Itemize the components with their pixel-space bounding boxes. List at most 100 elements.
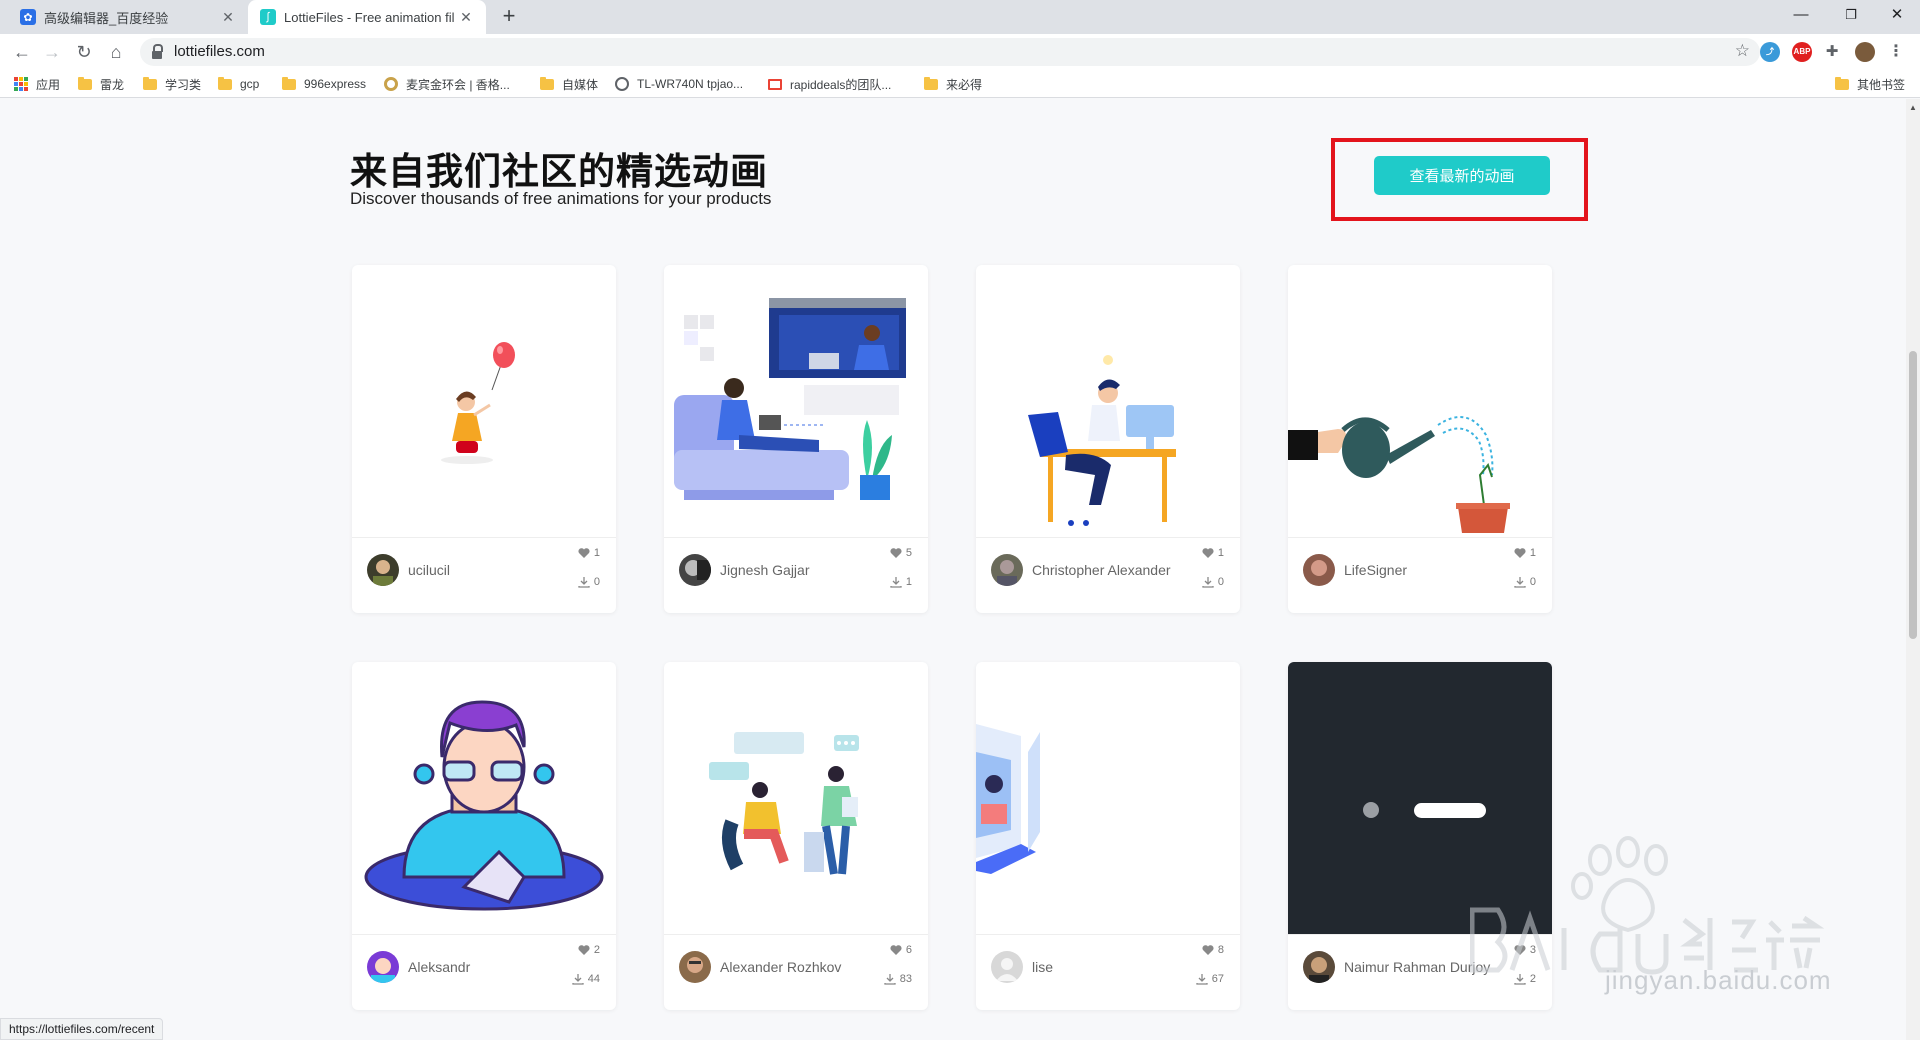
avatar[interactable] bbox=[991, 554, 1023, 586]
animation-preview[interactable] bbox=[664, 662, 928, 935]
like-count[interactable]: 6 bbox=[890, 944, 912, 956]
minimize-button[interactable]: — bbox=[1778, 0, 1824, 30]
bookmark-label: 自媒体 bbox=[562, 77, 599, 92]
new-tab-button[interactable]: + bbox=[496, 4, 522, 30]
like-count-value: 5 bbox=[905, 547, 912, 559]
animation-preview[interactable] bbox=[664, 265, 928, 538]
download-icon bbox=[884, 974, 896, 985]
heart-icon bbox=[578, 548, 590, 558]
like-count-value: 1 bbox=[1529, 547, 1536, 559]
bookmark-label: 996express bbox=[304, 77, 367, 91]
bookmark-folder[interactable]: 来必得 bbox=[924, 76, 982, 92]
section-title: 来自我们社区的精选动画 bbox=[350, 151, 768, 192]
like-count[interactable]: 1 bbox=[578, 547, 600, 559]
bookmark-folder[interactable]: 雷龙 bbox=[78, 76, 124, 92]
like-count[interactable]: 1 bbox=[1514, 547, 1536, 559]
like-count-value: 2 bbox=[593, 944, 600, 956]
close-tab-icon[interactable]: ✕ bbox=[220, 9, 236, 26]
author-name[interactable]: Naimur Rahman Durjoy bbox=[1344, 959, 1490, 975]
restore-button[interactable]: ❐ bbox=[1828, 0, 1874, 30]
bookmarks-bar: 应用 雷龙 学习类 gcp 996express 麦宾金环会 | 香格... 自… bbox=[0, 70, 1920, 98]
author-name[interactable]: lise bbox=[1032, 959, 1053, 975]
forward-arrow-icon[interactable]: → bbox=[38, 38, 66, 66]
reload-icon[interactable]: ↻ bbox=[70, 38, 98, 66]
watermark-url: jingyan.baidu.com bbox=[1605, 965, 1832, 995]
like-count[interactable]: 5 bbox=[890, 547, 912, 559]
back-arrow-icon[interactable]: ← bbox=[8, 38, 36, 66]
apps-grid-icon bbox=[14, 77, 28, 91]
author-name[interactable]: Aleksandr bbox=[408, 959, 470, 975]
other-bookmarks[interactable]: 其他书签 bbox=[1835, 76, 1905, 92]
like-count[interactable]: 2 bbox=[578, 944, 600, 956]
like-count-value: 8 bbox=[1217, 944, 1224, 956]
adblock-icon[interactable]: ABP bbox=[1792, 42, 1812, 62]
folder-icon bbox=[540, 76, 554, 90]
close-tab-icon[interactable]: ✕ bbox=[458, 9, 474, 26]
avatar[interactable] bbox=[367, 951, 399, 983]
download-count: 67 bbox=[1196, 973, 1224, 985]
avatar[interactable] bbox=[367, 554, 399, 586]
bookmark-folder[interactable]: 自媒体 bbox=[540, 76, 598, 92]
gmail-icon bbox=[768, 78, 782, 90]
bookmark-folder[interactable]: 996express bbox=[282, 76, 366, 92]
scroll-up-arrow-icon[interactable]: ▲ bbox=[1909, 103, 1917, 112]
author-name[interactable]: ucilucil bbox=[408, 562, 450, 578]
tab-title: 高级编辑器_百度经验 bbox=[44, 10, 169, 26]
tab-lottiefiles[interactable]: ∫ LottieFiles - Free animation fil ✕ bbox=[248, 0, 486, 34]
close-window-button[interactable]: ✕ bbox=[1874, 0, 1920, 30]
bookmark-apps[interactable]: 应用 bbox=[14, 76, 60, 92]
bookmark-star-icon[interactable]: ☆ bbox=[1735, 41, 1750, 61]
animation-preview[interactable] bbox=[976, 265, 1240, 538]
browser-toolbar: ← → ↻ ⌂ lottiefiles.com ☆ ⤴ ABP ✚ ⋮ bbox=[0, 34, 1920, 70]
like-count[interactable]: 1 bbox=[1202, 547, 1224, 559]
profile-avatar[interactable] bbox=[1855, 42, 1875, 62]
scrollbar-thumb[interactable] bbox=[1909, 351, 1917, 639]
like-count-value: 1 bbox=[1217, 547, 1224, 559]
animation-preview[interactable] bbox=[352, 662, 616, 935]
extensions-puzzle-icon[interactable]: ✚ bbox=[1822, 42, 1842, 62]
animation-card[interactable]: Alexander Rozhkov 6 83 bbox=[664, 662, 928, 1010]
author-name[interactable]: Alexander Rozhkov bbox=[720, 959, 841, 975]
like-count-value: 6 bbox=[905, 944, 912, 956]
download-count-value: 44 bbox=[587, 973, 600, 985]
folder-icon bbox=[924, 76, 938, 90]
like-count-value: 1 bbox=[593, 547, 600, 559]
bookmark-link[interactable]: 麦宾金环会 | 香格... bbox=[384, 76, 510, 92]
animation-preview[interactable] bbox=[352, 265, 616, 538]
globe-icon bbox=[615, 77, 629, 91]
animation-card[interactable]: ucilucil 1 0 bbox=[352, 265, 616, 613]
author-name[interactable]: Jignesh Gajjar bbox=[720, 562, 810, 578]
author-name[interactable]: LifeSigner bbox=[1344, 562, 1407, 578]
animation-preview[interactable] bbox=[976, 662, 1240, 935]
avatar[interactable] bbox=[679, 554, 711, 586]
animation-card[interactable]: Jignesh Gajjar 5 1 bbox=[664, 265, 928, 613]
animation-card[interactable]: LifeSigner 1 0 bbox=[1288, 265, 1552, 613]
author-name[interactable]: Christopher Alexander bbox=[1032, 562, 1171, 578]
heart-icon bbox=[890, 548, 902, 558]
tab-baidu-jingyan[interactable]: ✿ 高级编辑器_百度经验 ✕ bbox=[8, 0, 248, 34]
animation-preview[interactable] bbox=[1288, 265, 1552, 538]
download-icon bbox=[578, 577, 590, 588]
extension-arrow-icon[interactable]: ⤴ bbox=[1760, 42, 1780, 62]
animation-card[interactable]: Aleksandr 2 44 bbox=[352, 662, 616, 1010]
address-bar[interactable]: lottiefiles.com ☆ bbox=[140, 38, 1760, 66]
animation-card[interactable]: Christopher Alexander 1 0 bbox=[976, 265, 1240, 613]
home-icon[interactable]: ⌂ bbox=[102, 38, 130, 66]
view-latest-animations-button[interactable]: 查看最新的动画 bbox=[1374, 156, 1550, 195]
bookmark-link[interactable]: TL-WR740N tpjao... bbox=[615, 76, 743, 92]
avatar[interactable] bbox=[679, 951, 711, 983]
bookmark-folder[interactable]: gcp bbox=[218, 76, 259, 92]
download-count-value: 67 bbox=[1211, 973, 1224, 985]
avatar[interactable] bbox=[991, 951, 1023, 983]
folder-icon bbox=[218, 76, 232, 90]
menu-kebab-icon[interactable]: ⋮ bbox=[1886, 42, 1906, 62]
avatar[interactable] bbox=[1303, 951, 1335, 983]
animation-card[interactable]: lise 8 67 bbox=[976, 662, 1240, 1010]
bookmark-link[interactable]: rapiddeals的团队... bbox=[768, 76, 891, 92]
bookmark-label: TL-WR740N tpjao... bbox=[637, 77, 744, 91]
bookmark-folder[interactable]: 学习类 bbox=[143, 76, 201, 92]
folder-icon bbox=[78, 76, 92, 90]
like-count[interactable]: 8 bbox=[1202, 944, 1224, 956]
avatar[interactable] bbox=[1303, 554, 1335, 586]
page-scrollbar[interactable]: ▲ bbox=[1906, 99, 1920, 1040]
